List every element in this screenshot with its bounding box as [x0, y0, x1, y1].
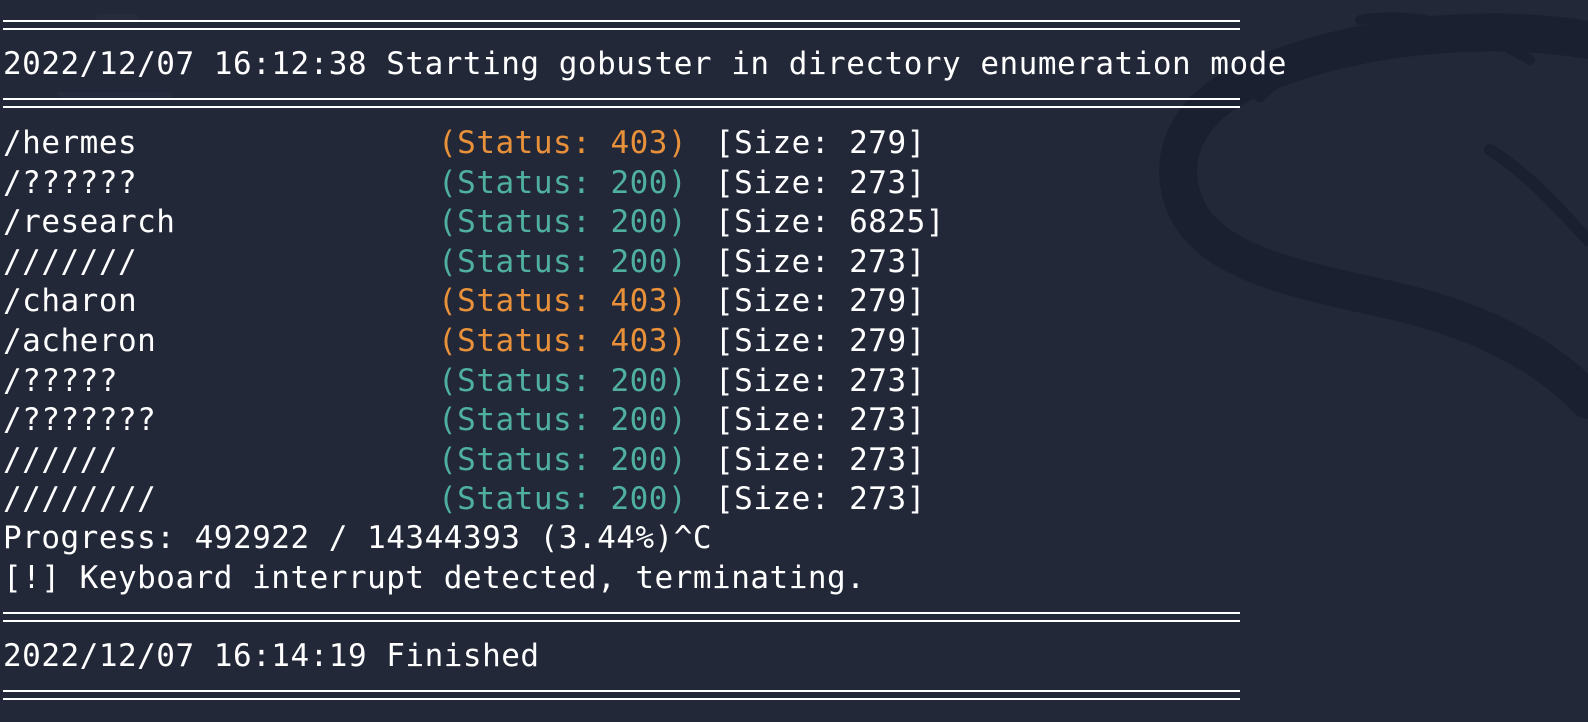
- result-size: [Size: 273]: [715, 362, 926, 399]
- interrupt-line: [!] Keyboard interrupt detected, termina…: [3, 560, 866, 596]
- result-path: /acheron: [3, 323, 157, 359]
- result-size: [Size: 273]: [715, 481, 926, 518]
- separator-after-start: [3, 98, 1240, 108]
- result-status: (Status: 403): [438, 323, 688, 359]
- result-row: /research (Status: 200) [Size: 6825]: [3, 202, 1203, 242]
- result-path: /research: [3, 204, 176, 241]
- start-line: 2022/12/07 16:12:38 Starting gobuster in…: [3, 46, 1287, 82]
- result-row: /acheron (Status: 403) [Size: 279]: [3, 321, 1203, 361]
- result-size: [Size: 273]: [715, 402, 926, 439]
- separator-before-finish: [3, 612, 1240, 622]
- result-size: [Size: 279]: [715, 323, 926, 359]
- result-row: /?????? (Status: 200) [Size: 273]: [3, 163, 1203, 203]
- result-status: (Status: 403): [438, 283, 688, 320]
- result-row: /charon (Status: 403) [Size: 279]: [3, 281, 1203, 321]
- result-status: (Status: 200): [438, 481, 688, 518]
- result-row: /hermes (Status: 403) [Size: 279]: [3, 123, 1203, 163]
- result-row: /////// (Status: 200) [Size: 273]: [3, 242, 1203, 282]
- result-row: //////// (Status: 200) [Size: 273]: [3, 479, 1203, 519]
- result-row: /??????? (Status: 200) [Size: 273]: [3, 400, 1203, 440]
- result-row: ////// (Status: 200) [Size: 273]: [3, 440, 1203, 480]
- result-path: /??????: [3, 164, 138, 201]
- result-size: [Size: 273]: [715, 243, 926, 280]
- result-status: (Status: 200): [438, 164, 688, 201]
- result-size: [Size: 6825]: [715, 204, 945, 241]
- result-size: [Size: 279]: [715, 125, 926, 161]
- result-status: (Status: 403): [438, 125, 688, 161]
- separator-top: [3, 20, 1240, 30]
- result-status: (Status: 200): [438, 402, 688, 439]
- progress-line: Progress: 492922 / 14344393 (3.44%)^C: [3, 520, 713, 556]
- result-path: /charon: [3, 283, 138, 320]
- result-status: (Status: 200): [438, 362, 688, 399]
- result-row: /????? (Status: 200) [Size: 273]: [3, 361, 1203, 401]
- result-status: (Status: 200): [438, 204, 688, 241]
- result-path: //////: [3, 441, 118, 478]
- terminal-window: 2022/12/07 16:12:38 Starting gobuster in…: [0, 0, 1588, 722]
- result-path: /???????: [3, 402, 157, 439]
- result-path: /?????: [3, 362, 118, 399]
- result-path: ////////: [3, 481, 157, 518]
- finish-line: 2022/12/07 16:14:19 Finished: [3, 638, 540, 674]
- result-path: ///////: [3, 243, 138, 280]
- result-status: (Status: 200): [438, 243, 688, 280]
- result-path: /hermes: [3, 125, 138, 161]
- result-size: [Size: 279]: [715, 283, 926, 320]
- result-size: [Size: 273]: [715, 164, 926, 201]
- separator-bottom: [3, 690, 1240, 700]
- result-status: (Status: 200): [438, 441, 688, 478]
- result-size: [Size: 273]: [715, 441, 926, 478]
